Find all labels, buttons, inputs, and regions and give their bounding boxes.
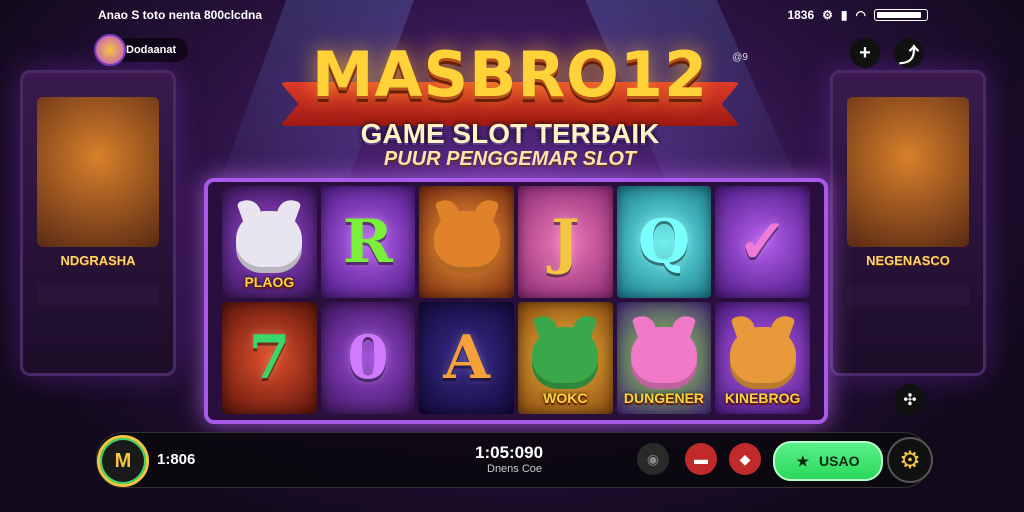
elf-icon [532,327,599,389]
star-icon: ★ [796,452,810,469]
reel-cell: 0 [320,302,416,414]
seven-icon: 7 [248,323,291,393]
letter-o-icon: 0 [347,323,389,393]
reel-cell: DUNGENER [616,302,712,414]
symbol-label: PLAOG [244,274,295,290]
reel-cell: J [517,186,613,298]
speaker-icon: ◉ [646,450,660,467]
cabinet-label: NEGENASCO [866,253,950,268]
win-value: 1:05:090 [475,443,544,462]
arcade-cabinet-right: NEGENASCO [830,70,986,376]
plus-icon: + [859,41,871,64]
unicorn-icon [630,327,697,389]
cabinet-screen [37,97,159,247]
spin-button[interactable]: ★ USAO [773,441,883,481]
brand-title: MASBRO12 [311,38,709,111]
dog-icon [236,211,303,273]
avatar[interactable] [94,34,126,66]
pin-icon: ◆ [739,450,751,467]
battery-icon [874,9,928,21]
reel-cell: WOKC [517,302,613,414]
menu-button[interactable]: M [97,435,149,487]
reel-cell: 7 [222,302,317,414]
battery-fill [877,12,922,18]
letter-a-icon: A [443,323,490,393]
reel-grid: PLAOG R J Q ✓ 7 0 A WOKC DUNGENER KINEBROG [222,186,810,414]
chip-icon: ▬ [694,451,708,467]
letter-r-icon: R [343,207,393,277]
settings-button[interactable]: ⚙ [887,437,933,483]
cabinet-controls [847,283,969,307]
move-icon: ✣ [903,392,917,409]
status-text: Anao S toto nenta 800clcdna [98,8,263,22]
share-icon: ⤴ [899,44,919,67]
check-icon: ✓ [737,207,788,277]
logo-icon: M [114,449,132,472]
reel-cell: R [320,186,416,298]
share-button[interactable]: ⤴ [894,38,924,68]
spin-label: USAO [819,453,860,469]
tagline: PUUR PENGGEMAR SLOT [383,148,637,170]
trademark-mark: @9 [732,52,748,63]
bet-down-button[interactable]: ▬ [685,443,717,475]
symbol-label: WOKC [543,390,588,406]
profile-name: Dodaanat [126,44,177,56]
letter-q-icon: Q [637,207,691,277]
letter-j-icon: J [551,207,580,277]
reel-cell: KINEBROG [715,302,810,414]
settings-gear-icon: ⚙ [822,8,833,22]
control-bar: M 1:806 1:05:090 Dnens Coe ◉ ▬ ◆ ★ USAO … [96,432,933,488]
symbol-label: DUNGENER [623,390,705,406]
reel-cell [419,186,514,298]
balance: 1:806 [157,451,196,468]
profile-badge[interactable]: Dodaanat [94,34,189,66]
bet-up-button[interactable]: ◆ [729,443,761,475]
cabinet-screen [847,97,969,247]
game-title: MASBRO12 @9 GAME SLOT TERBAIK PUUR PENGG… [260,40,760,171]
reel-cell: PLAOG [222,186,317,298]
reel-cell: ✓ [715,186,810,298]
lion-icon [729,327,796,389]
reel-cell: Q [616,186,712,298]
expand-button[interactable]: ✣ [894,384,926,416]
status-bar: Anao S toto nenta 800clcdna 1836 ⚙ ▮ ◠ [0,6,1024,26]
slot-reels: PLAOG R J Q ✓ 7 0 A WOKC DUNGENER KINEBROG [204,178,828,424]
clock: 1836 [787,8,815,22]
fox-icon [433,211,500,273]
reel-cell: A [419,302,514,414]
wifi-icon: ◠ [855,8,866,22]
status-indicators: 1836 ⚙ ▮ ◠ [787,8,928,22]
sound-button[interactable]: ◉ [637,443,669,475]
gear-icon: ⚙ [899,446,921,474]
cabinet-label: NDGRASHA [60,253,136,268]
win-label: Dnens Coe [487,463,543,475]
cabinet-controls [37,283,159,307]
subtitle: GAME SLOT TERBAIK [360,118,660,149]
arcade-cabinet-left: NDGRASHA [20,70,176,376]
symbol-label: KINEBROG [724,390,801,406]
signal-icon: ▮ [840,8,848,22]
add-button[interactable]: + [850,38,880,68]
